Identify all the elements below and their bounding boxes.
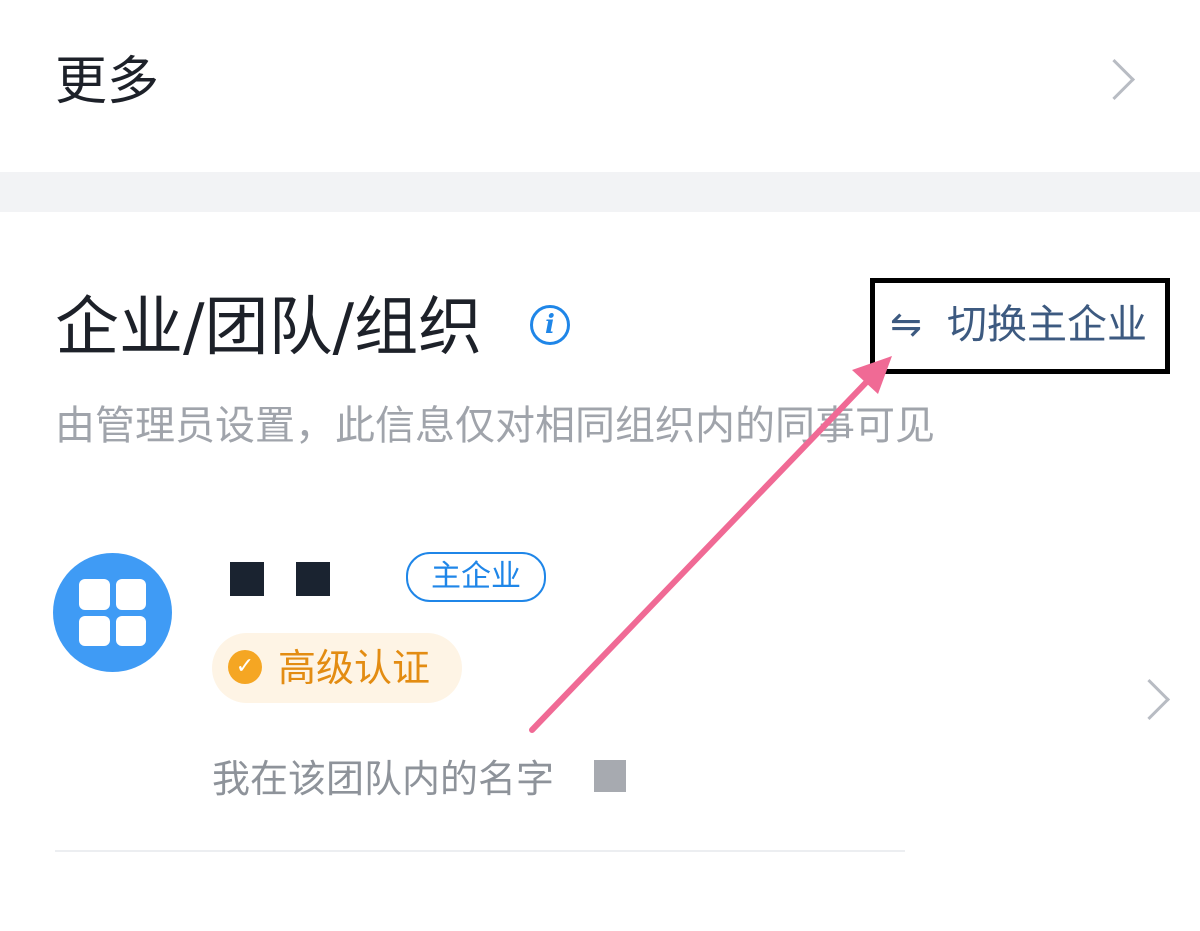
switch-main-enterprise-label: 切换主企业 <box>947 302 1147 348</box>
chevron-right-icon[interactable] <box>1128 678 1171 721</box>
more-label: 更多 <box>55 52 160 112</box>
member-name-label: 我在该团队内的名字 <box>212 757 555 801</box>
member-name-redacted <box>594 760 626 792</box>
chevron-right-icon <box>1093 58 1136 101</box>
section-description: 由管理员设置，此信息仅对相同组织内的同事可见 <box>55 403 935 449</box>
grid-apps-icon <box>79 579 146 646</box>
org-name-redacted <box>230 562 264 596</box>
more-row[interactable]: 更多 <box>0 0 1200 172</box>
verified-icon: ✓ <box>228 650 262 684</box>
certification-label: 高级认证 <box>278 646 431 690</box>
org-name-redacted <box>296 562 330 596</box>
row-divider <box>55 850 905 852</box>
main-enterprise-badge: 主企业 <box>406 552 546 602</box>
switch-arrows-icon: ⇋ <box>890 302 922 346</box>
info-icon[interactable]: i <box>530 305 570 345</box>
section-separator <box>0 172 1200 212</box>
section-title: 企业/团队/组织 <box>55 291 483 365</box>
